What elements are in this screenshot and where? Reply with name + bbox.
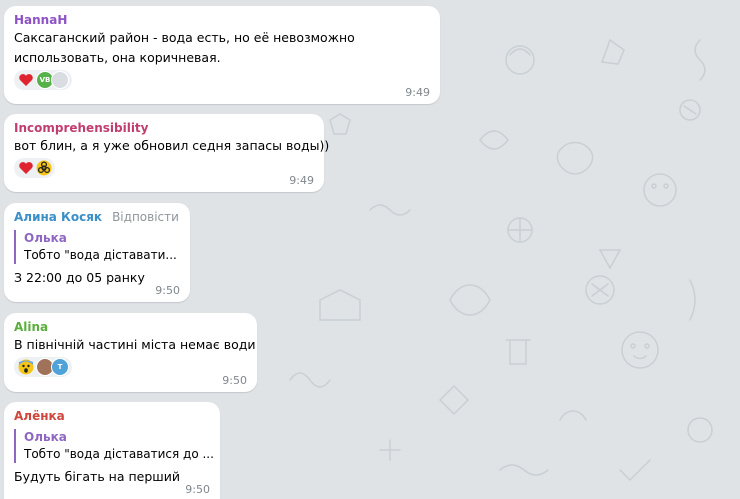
quote-text: Тобто "вода діставатися до ... xyxy=(24,447,214,461)
message-bubble[interactable]: Alina В північній частині міста немає во… xyxy=(4,313,257,392)
reactions-row: T xyxy=(14,357,247,377)
message-time: 9:50 xyxy=(155,284,180,297)
message-author[interactable]: Алина Косяк Відповісти xyxy=(14,209,180,225)
message-time: 9:49 xyxy=(289,174,314,187)
message-text-line: использовать, она коричневая. xyxy=(14,50,221,65)
scream-icon xyxy=(18,359,34,375)
message-bubble[interactable]: Incomprehensibility вот блин, а я уже об… xyxy=(4,114,330,192)
message-text-line: Саксаганский район - вода есть, но её не… xyxy=(14,30,355,45)
message-time: 9:50 xyxy=(222,374,247,387)
message-author[interactable]: Алёнка xyxy=(14,408,210,424)
reply-quote[interactable]: Олька Тобто "вода діставатися до ... xyxy=(14,429,214,463)
message-time: 9:50 xyxy=(185,483,210,496)
reactor-avatar: T xyxy=(51,358,69,376)
reply-button[interactable]: Відповісти xyxy=(112,210,179,224)
message-author[interactable]: Incomprehensibility xyxy=(14,120,314,136)
biohazard-icon xyxy=(36,160,52,176)
reactor-avatar xyxy=(51,71,69,89)
message-text-line: Будуть бігать на перший xyxy=(14,469,180,484)
reactions-row xyxy=(14,158,314,178)
message-bubble[interactable]: Алёнка Олька Тобто "вода діставатися до … xyxy=(4,402,220,499)
message-time: 9:49 xyxy=(405,86,430,99)
reply-quote[interactable]: Олька Тобто "вода діставати... xyxy=(14,230,180,264)
reaction-chip[interactable]: VB xyxy=(14,70,72,90)
message-author-name[interactable]: Алина Косяк xyxy=(14,210,102,224)
heart-icon xyxy=(19,162,33,174)
message-author[interactable]: Alina xyxy=(14,319,247,335)
reactions-row: VB xyxy=(14,70,430,90)
quote-author: Олька xyxy=(24,231,67,245)
quote-text: Тобто "вода діставати... xyxy=(24,248,177,262)
quote-author: Олька xyxy=(24,430,67,444)
message-bubble[interactable]: Алина Косяк Відповісти Олька Тобто "вода … xyxy=(4,203,190,302)
reaction-chip[interactable] xyxy=(14,158,55,178)
reaction-chip[interactable]: T xyxy=(14,357,72,377)
message-bubble[interactable]: HannaH Саксаганский район - вода есть, н… xyxy=(4,6,440,104)
message-author[interactable]: HannaH xyxy=(14,12,430,28)
heart-icon xyxy=(19,74,33,86)
message-text-line: вот блин, а я уже обновил седня запасы в… xyxy=(14,138,330,153)
message-text-line: В північній частині міста немає води xyxy=(14,337,256,352)
